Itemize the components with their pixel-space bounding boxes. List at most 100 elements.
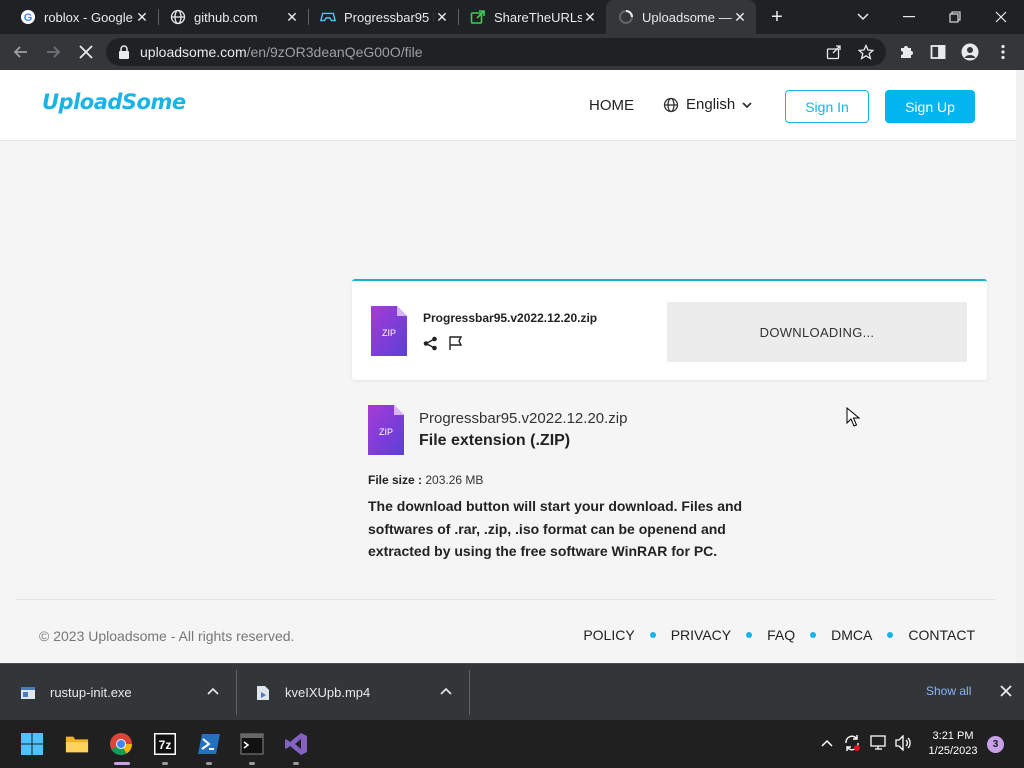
sign-in-button[interactable]: Sign In bbox=[785, 90, 869, 123]
profile-avatar-icon[interactable] bbox=[961, 43, 979, 61]
minimize-icon[interactable] bbox=[886, 0, 932, 34]
powershell-icon[interactable] bbox=[197, 732, 221, 756]
notification-badge[interactable]: 3 bbox=[987, 736, 1004, 753]
svg-text:7z: 7z bbox=[159, 738, 172, 752]
site-header: UploadSome HOME English Sign In Sign Up bbox=[0, 70, 1016, 141]
browser-toolbar: uploadsome.com/en/9zOR3deanQeG00O/file bbox=[0, 34, 1024, 70]
visual-studio-icon[interactable] bbox=[284, 732, 308, 756]
chrome-icon[interactable] bbox=[109, 732, 133, 756]
show-all-downloads-link[interactable]: Show all bbox=[926, 684, 971, 698]
report-flag-icon[interactable] bbox=[448, 335, 463, 351]
globe-icon bbox=[663, 97, 679, 112]
share-page-icon[interactable] bbox=[825, 43, 843, 61]
zip-file-icon: ZIP bbox=[371, 306, 407, 356]
7zip-icon[interactable]: 7z bbox=[153, 732, 177, 756]
running-indicator bbox=[162, 762, 168, 765]
footer-link-policy[interactable]: POLICY bbox=[583, 627, 634, 643]
close-tab-icon[interactable]: ✕ bbox=[582, 9, 598, 25]
close-shelf-icon[interactable] bbox=[999, 684, 1013, 698]
file-size: File size : 203.26 MB bbox=[368, 473, 483, 487]
tab-search-chevron-icon[interactable] bbox=[840, 0, 886, 34]
url-text: uploadsome.com/en/9zOR3deanQeG00O/file bbox=[140, 44, 423, 60]
browser-tab-strip: G roblox - Google ✕ github.com ✕ Progres… bbox=[0, 0, 1024, 34]
close-tab-icon[interactable]: ✕ bbox=[434, 9, 450, 25]
sign-up-button[interactable]: Sign Up bbox=[885, 90, 975, 123]
browser-tab-uploadsome[interactable]: Uploadsome — ✕ bbox=[606, 0, 756, 34]
file-extension: File extension (.ZIP) bbox=[419, 432, 571, 449]
language-selector[interactable]: English bbox=[663, 96, 752, 113]
browser-tab-progressbar95[interactable]: Progressbar95 F ✕ bbox=[308, 0, 458, 34]
extensions-puzzle-icon[interactable] bbox=[897, 43, 915, 61]
download-filename: kveIXUpb.mp4 bbox=[285, 685, 371, 700]
side-panel-icon[interactable] bbox=[929, 43, 947, 61]
chevron-up-icon[interactable] bbox=[207, 686, 219, 698]
video-file-icon bbox=[257, 685, 269, 700]
browser-tab-github[interactable]: github.com ✕ bbox=[158, 0, 308, 34]
exe-file-icon bbox=[21, 686, 35, 699]
share-icon[interactable] bbox=[423, 336, 438, 351]
download-description: The download button will start your down… bbox=[368, 498, 743, 559]
restore-icon[interactable] bbox=[932, 0, 978, 34]
download-button[interactable]: DOWNLOADING... bbox=[667, 302, 967, 362]
system-clock[interactable]: 3:21 PM 1/25/2023 bbox=[920, 729, 986, 759]
language-label: English bbox=[686, 96, 736, 113]
web-page: UploadSome HOME English Sign In Sign Up … bbox=[0, 70, 1016, 663]
share-arrow-icon bbox=[470, 9, 486, 25]
stop-loading-icon[interactable] bbox=[74, 40, 98, 64]
download-item-mp4[interactable]: kveIXUpb.mp4 bbox=[255, 664, 467, 721]
zip-label: ZIP bbox=[379, 427, 393, 437]
download-item-rustup[interactable]: rustup-init.exe bbox=[20, 664, 232, 721]
windows-taskbar: 7z 3:21 PM 1/25/2023 3 bbox=[0, 720, 1024, 768]
url-path: /en/9zOR3deanQeG00O/file bbox=[246, 44, 423, 60]
footer-link-privacy[interactable]: PRIVACY bbox=[671, 627, 731, 643]
browser-tab-google[interactable]: G roblox - Google ✕ bbox=[8, 0, 158, 34]
sync-icon[interactable] bbox=[843, 734, 861, 752]
footer-dot bbox=[746, 632, 753, 638]
running-indicator bbox=[293, 762, 299, 765]
shelf-divider bbox=[236, 670, 237, 715]
footer-dot bbox=[649, 632, 656, 638]
svg-text:G: G bbox=[24, 12, 33, 24]
close-tab-icon[interactable]: ✕ bbox=[284, 9, 300, 25]
address-bar[interactable]: uploadsome.com/en/9zOR3deanQeG00O/file bbox=[106, 38, 886, 66]
file-size-label: File size : bbox=[368, 473, 423, 487]
file-explorer-icon[interactable] bbox=[65, 732, 89, 756]
network-monitor-icon[interactable] bbox=[870, 734, 888, 752]
tab-title: Progressbar95 F bbox=[344, 9, 434, 25]
page-scrollbar[interactable] bbox=[1016, 70, 1024, 663]
chevron-up-icon[interactable] bbox=[440, 686, 452, 698]
back-arrow-icon[interactable] bbox=[9, 40, 33, 64]
footer-link-dmca[interactable]: DMCA bbox=[831, 627, 872, 643]
mouse-cursor-icon bbox=[846, 407, 860, 427]
tray-overflow-chevron-icon[interactable] bbox=[818, 734, 836, 752]
windows-start-icon[interactable] bbox=[20, 732, 44, 756]
download-card: ZIP Progressbar95.v2022.12.20.zip DOWNLO… bbox=[352, 279, 987, 380]
terminal-icon[interactable] bbox=[240, 732, 264, 756]
bookmark-star-icon[interactable] bbox=[857, 43, 875, 61]
site-logo[interactable]: UploadSome bbox=[42, 90, 186, 114]
more-menu-icon[interactable] bbox=[994, 43, 1012, 61]
chevron-down-icon bbox=[742, 101, 752, 108]
google-icon: G bbox=[20, 9, 36, 25]
download-shelf: rustup-init.exe kveIXUpb.mp4 Show all bbox=[0, 663, 1024, 720]
footer-link-faq[interactable]: FAQ bbox=[767, 627, 795, 643]
tab-title: ShareTheURLs – bbox=[494, 9, 582, 25]
volume-icon[interactable] bbox=[894, 734, 912, 752]
info-filename: Progressbar95.v2022.12.20.zip bbox=[419, 410, 628, 427]
nav-home-link[interactable]: HOME bbox=[589, 97, 634, 114]
globe-icon bbox=[170, 9, 186, 25]
url-host: uploadsome.com bbox=[140, 44, 247, 60]
running-indicator bbox=[249, 762, 255, 765]
forward-arrow-icon[interactable] bbox=[41, 40, 65, 64]
close-tab-icon[interactable]: ✕ bbox=[134, 9, 150, 25]
footer-links: POLICY PRIVACY FAQ DMCA CONTACT bbox=[583, 627, 975, 643]
close-tab-icon[interactable]: ✕ bbox=[732, 9, 748, 25]
card-filename: Progressbar95.v2022.12.20.zip bbox=[423, 311, 598, 325]
new-tab-button[interactable]: + bbox=[766, 6, 788, 28]
clock-time: 3:21 PM bbox=[932, 730, 974, 742]
lock-icon bbox=[119, 45, 129, 59]
footer-link-contact[interactable]: CONTACT bbox=[908, 627, 975, 643]
close-window-icon[interactable] bbox=[978, 0, 1024, 34]
browser-tab-sharetheurls[interactable]: ShareTheURLs – ✕ bbox=[458, 0, 606, 34]
loading-spinner-icon bbox=[618, 9, 634, 25]
